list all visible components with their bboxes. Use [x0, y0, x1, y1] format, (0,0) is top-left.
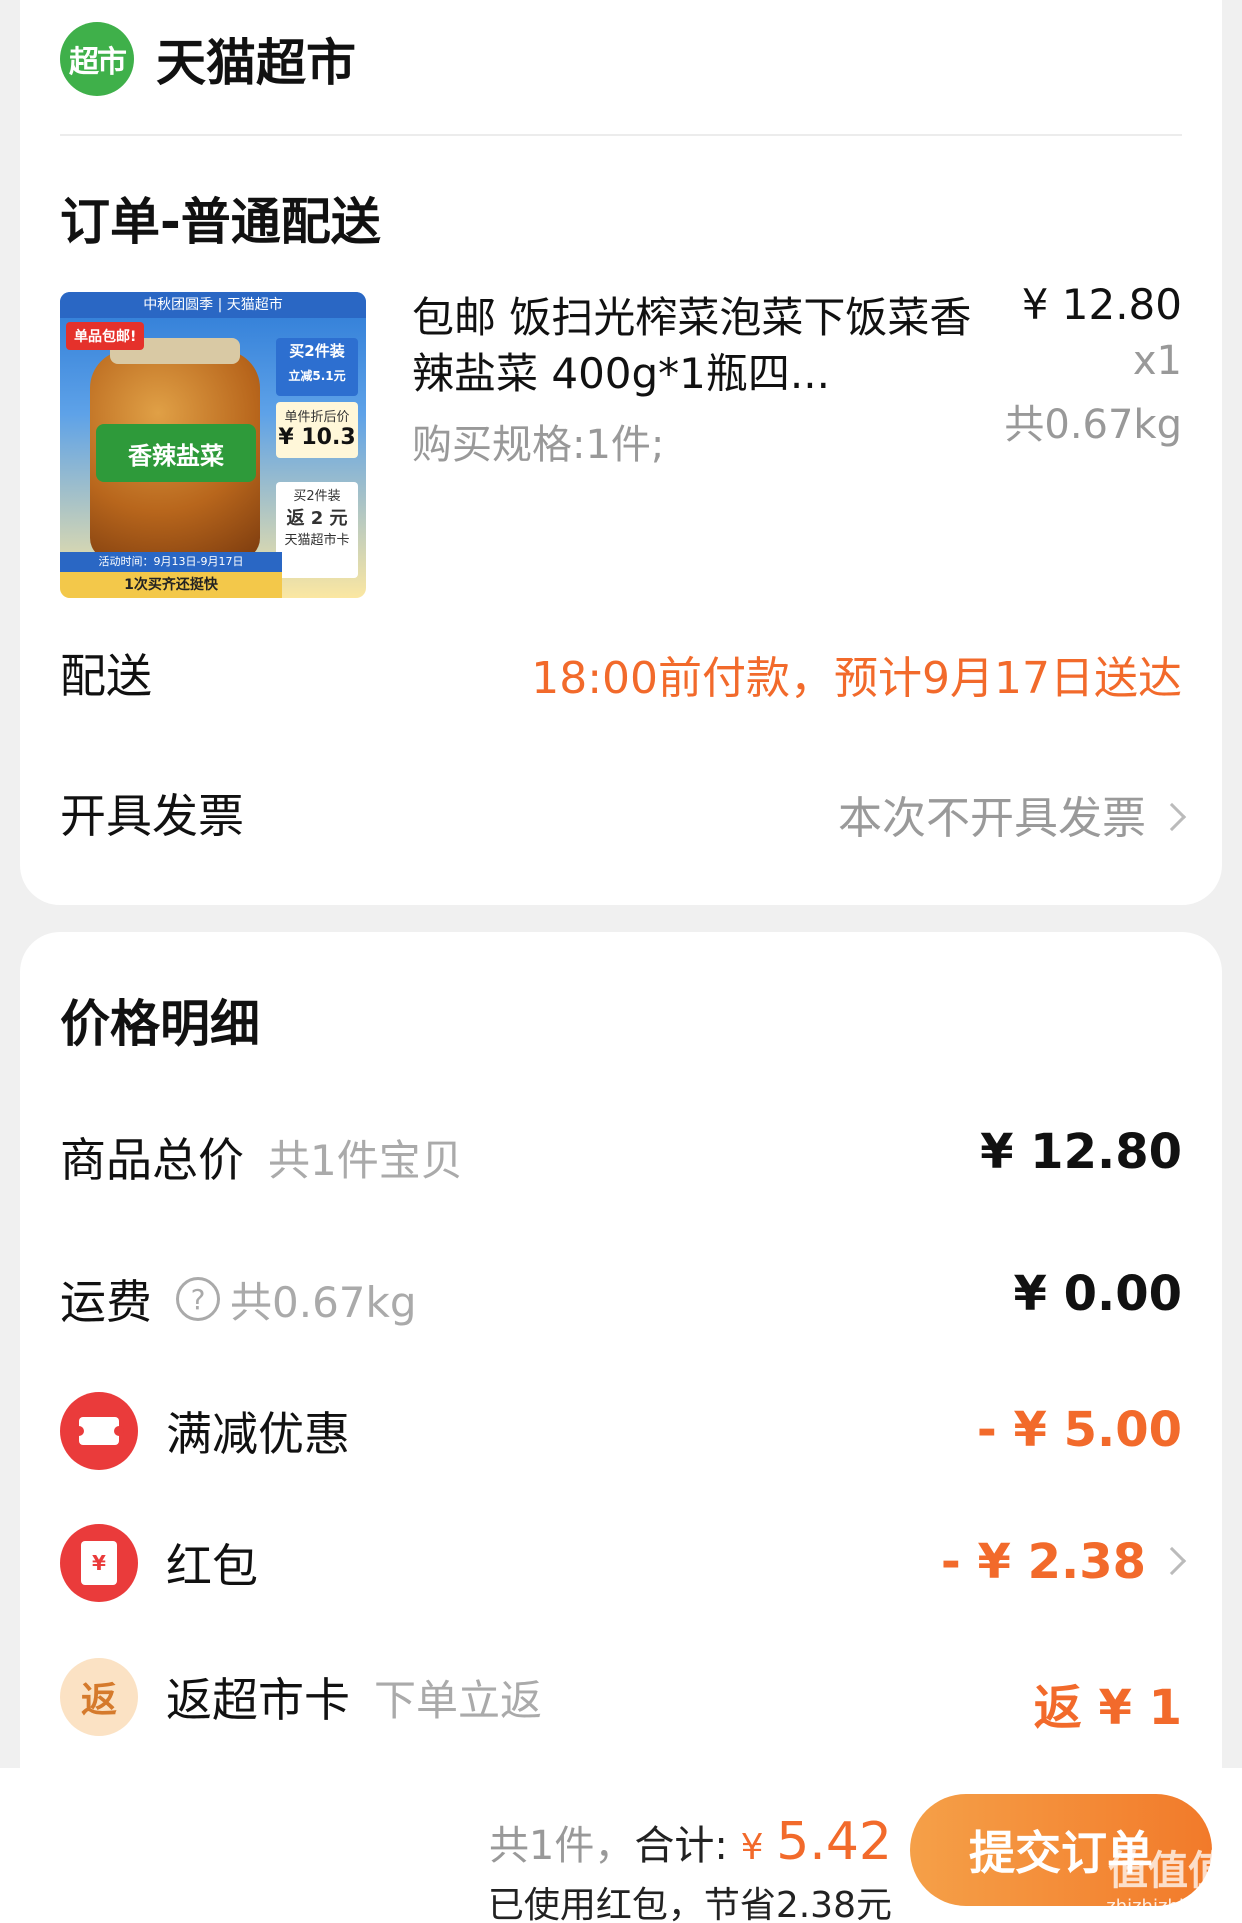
- promo-box-3-line3: 天猫超市卡: [284, 533, 350, 548]
- item-count: 共1件，: [488, 1823, 635, 1869]
- total-line: 共1件，合计: ¥ 5.42: [489, 1812, 892, 1872]
- chevron-right-icon: [1157, 1546, 1187, 1576]
- jar-label: 香辣盐菜: [96, 424, 256, 482]
- shipping-sub: 共0.67kg: [230, 1277, 417, 1327]
- rebate-value: 返 ¥ 1: [1033, 1680, 1182, 1736]
- red-packet-icon: ¥: [60, 1524, 138, 1602]
- coupon-icon: [60, 1392, 138, 1470]
- total-currency: ¥: [740, 1827, 764, 1868]
- saved-text: 已使用红包，节省2.38元: [487, 1885, 892, 1923]
- product-weight: 共0.67kg: [1004, 402, 1182, 448]
- promo-box-2-price: ¥ 10.3: [278, 425, 356, 450]
- product-image[interactable]: 中秋团圆季 | 天猫超市 单品包邮! 香辣盐菜 买2件装 立减5.1元 单件折后…: [60, 292, 366, 598]
- red-packet-value: - ¥ 2.38: [940, 1534, 1146, 1590]
- product-image-banner: 中秋团圆季 | 天猫超市: [60, 292, 366, 318]
- promo-box-3: 买2件装 返 2 元 天猫超市卡: [276, 482, 358, 578]
- promo-box-1-line2: 立减5.1元: [288, 369, 346, 383]
- goods-total-label: 商品总价: [60, 1133, 244, 1187]
- store-header[interactable]: 超市 天猫超市: [60, 22, 356, 96]
- watermark-small: zhizhizhi.com: [1106, 1896, 1228, 1917]
- invoice-row[interactable]: 本次不开具发票: [838, 782, 1187, 846]
- free-shipping-tag: 单品包邮!: [66, 322, 145, 350]
- total-label: 合计:: [634, 1823, 728, 1869]
- rebate-sub: 下单立返: [374, 1675, 543, 1725]
- discount-row: 满减优惠: [60, 1392, 350, 1470]
- invoice-value: 本次不开具发票: [838, 793, 1146, 844]
- red-packet-label: 红包: [166, 1539, 258, 1593]
- delivery-label: 配送: [60, 649, 152, 703]
- order-section-title: 订单-普通配送: [60, 193, 381, 251]
- promo-date: 活动时间：9月13日-9月17日: [60, 552, 282, 572]
- goods-total-value: ¥ 12.80: [980, 1124, 1182, 1180]
- red-packet-value-row[interactable]: - ¥ 2.38: [940, 1534, 1187, 1590]
- product-qty: x1: [1132, 338, 1182, 384]
- price-section-title: 价格明细: [60, 995, 260, 1053]
- help-icon[interactable]: ?: [176, 1277, 220, 1321]
- invoice-label: 开具发票: [60, 789, 244, 843]
- store-name: 天猫超市: [156, 34, 356, 92]
- shipping-row: 运费 ? 共0.67kg: [60, 1266, 417, 1332]
- goods-total-sub: 共1件宝贝: [268, 1135, 463, 1185]
- discount-value: - ¥ 5.00: [976, 1402, 1182, 1458]
- shipping-value: ¥ 0.00: [1013, 1266, 1182, 1322]
- total-amount: 5.42: [776, 1812, 892, 1872]
- red-packet-row[interactable]: ¥ 红包: [60, 1524, 258, 1602]
- discount-label: 满减优惠: [166, 1407, 350, 1461]
- goods-total-row: 商品总价 共1件宝贝: [60, 1124, 463, 1190]
- promo-box-3-line2: 返 2 元: [286, 508, 348, 529]
- promo-box-1: 买2件装 立减5.1元: [276, 338, 358, 396]
- promo-bottom-text: 1次买齐还挺快: [60, 572, 282, 598]
- shipping-label: 运费: [60, 1275, 152, 1329]
- promo-box-2-line1: 单件折后价: [284, 410, 350, 425]
- promo-box-2: 单件折后价 ¥ 10.3: [276, 402, 358, 458]
- chevron-right-icon: [1157, 802, 1187, 832]
- rebate-row: 返 返超市卡 下单立返: [60, 1658, 542, 1736]
- rebate-icon: 返: [60, 1658, 138, 1736]
- promo-box-3-line1: 买2件装: [293, 489, 341, 504]
- product-spec: 购买规格:1件;: [412, 422, 665, 468]
- promo-box-1-line1: 买2件装: [289, 342, 345, 360]
- watermark: 值值值 zhizhizhi.com: [1106, 1838, 1228, 1917]
- product-price: ¥ 12.80: [1021, 280, 1182, 329]
- checkout-bar: 共1件，合计: ¥ 5.42 已使用红包，节省2.38元 提交订单 值值值 zh…: [0, 1768, 1242, 1923]
- divider: [60, 134, 1182, 136]
- store-logo: 超市: [60, 22, 134, 96]
- rebate-label: 返超市卡: [166, 1673, 350, 1727]
- delivery-value: 18:00前付款，预计9月17日送达: [531, 653, 1182, 704]
- product-title[interactable]: 包邮 饭扫光榨菜泡菜下饭菜香辣盐菜 400g*1瓶四...: [412, 290, 972, 402]
- watermark-big: 值值值: [1108, 1848, 1228, 1894]
- order-card: 超市 天猫超市 订单-普通配送 中秋团圆季 | 天猫超市 单品包邮! 香辣盐菜 …: [20, 0, 1222, 905]
